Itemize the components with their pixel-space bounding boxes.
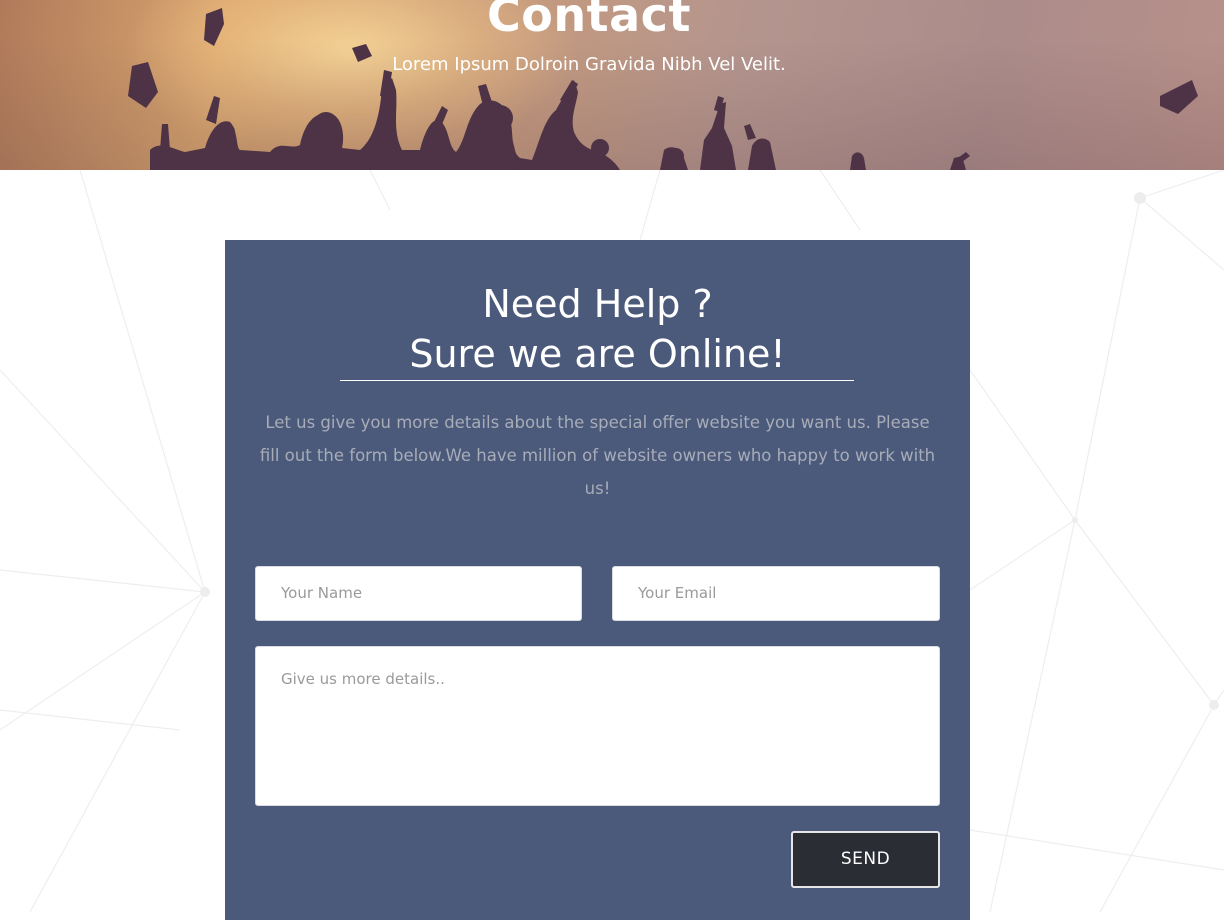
card-heading-line1: Need Help ? [482, 282, 713, 326]
card-heading-line2: Sure we are Online! [409, 332, 786, 376]
hero-banner: Contact Lorem Ipsum Dolroin Gravida Nibh… [0, 0, 1224, 170]
page-subtitle: Lorem Ipsum Dolroin Gravida Nibh Vel Vel… [392, 54, 786, 75]
details-textarea[interactable]: Give us more details.. [255, 646, 940, 806]
contact-form-card: Need Help ? Sure we are Online! Let us g… [225, 240, 970, 920]
email-input[interactable]: Your Email [612, 566, 940, 621]
page-title: Contact [487, 0, 691, 42]
heading-underline-divider [340, 380, 854, 381]
send-button[interactable]: SEND [791, 831, 940, 888]
name-input[interactable]: Your Name [255, 566, 582, 621]
card-description: Let us give you more details about the s… [259, 413, 936, 498]
